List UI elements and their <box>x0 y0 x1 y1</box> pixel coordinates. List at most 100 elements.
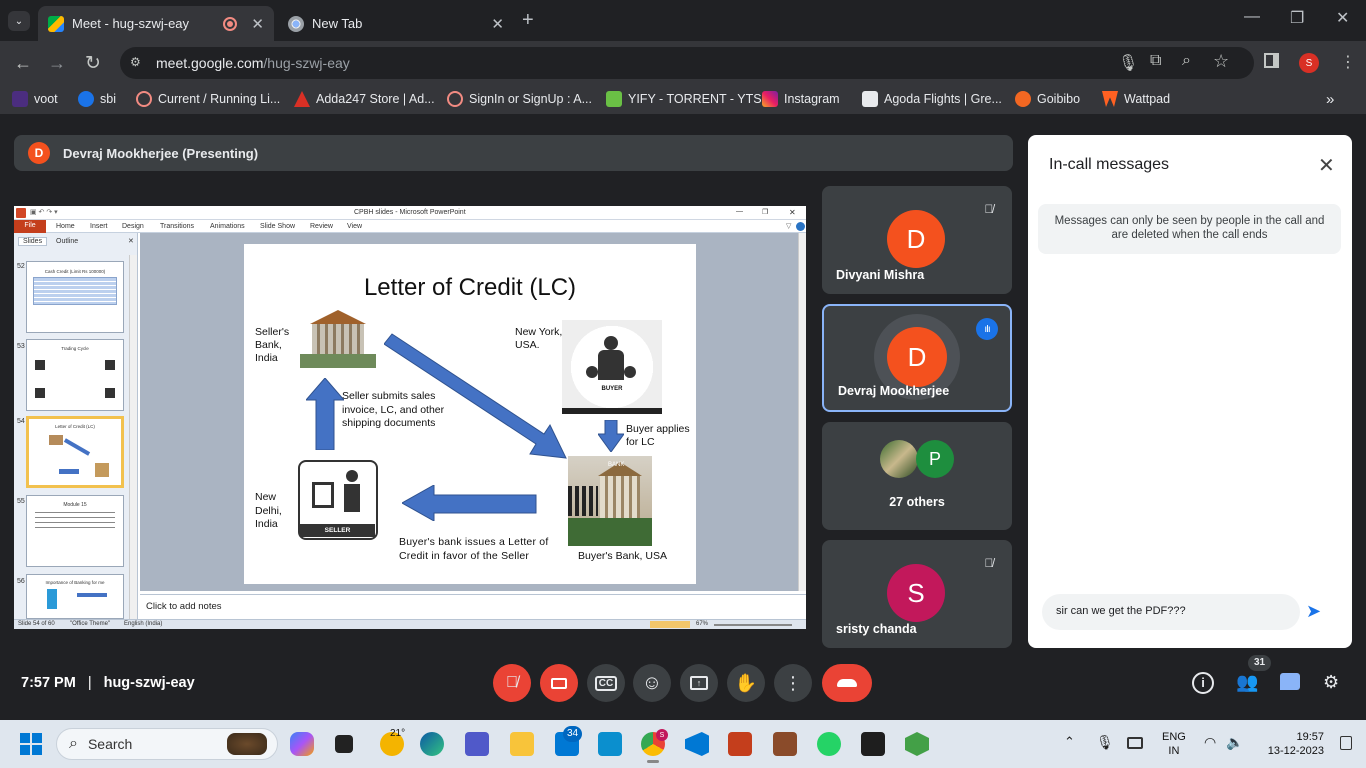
ppt-file-tab[interactable]: File <box>14 220 46 233</box>
address-bar[interactable]: ⚙ meet.google.com/hug-szwj-eay <box>120 47 1254 79</box>
bookmark-yify[interactable]: YIFY - TORRENT - YTS <box>606 91 762 107</box>
close-panel-icon[interactable]: ✕ <box>1318 153 1335 178</box>
whatsapp-icon[interactable] <box>817 732 841 756</box>
ppt-transitions-tab[interactable]: Transitions <box>160 223 194 230</box>
menu-dots-icon[interactable]: ⋮ <box>1340 52 1356 72</box>
ppt-review-tab[interactable]: Review <box>310 223 333 230</box>
people-icon[interactable]: 👥 <box>1236 672 1258 693</box>
taskbar-search[interactable]: ⌕ Search <box>56 728 278 760</box>
tab-meet[interactable]: Meet - hug-szwj-eay ✕ <box>38 6 274 41</box>
tray-mic-icon[interactable]: 🎙 <box>1096 734 1114 751</box>
restore-icon[interactable]: ❐ <box>1290 8 1304 28</box>
site-settings-icon[interactable]: ⚙ <box>130 55 141 69</box>
ppt-animations-tab[interactable]: Animations <box>210 223 245 230</box>
task-view-icon[interactable] <box>335 735 353 753</box>
window-close-icon[interactable]: ✕ <box>1336 8 1349 28</box>
ppt-ribbon-collapse-icon[interactable]: ▽ <box>786 222 791 230</box>
participant-group-tile[interactable]: P 27 others <box>822 422 1012 530</box>
leave-call-button[interactable] <box>822 664 872 702</box>
meeting-details-icon[interactable]: i <box>1192 672 1214 694</box>
bookmark-sbi[interactable]: sbi <box>78 91 116 107</box>
ppt-slideshow-tab[interactable]: Slide Show <box>260 223 295 230</box>
slide-thumbnail[interactable]: Importance of Banking for me <box>26 574 124 619</box>
close-tab-icon[interactable]: ✕ <box>251 15 264 33</box>
copilot-icon[interactable] <box>290 732 314 756</box>
language-indicator[interactable]: ENG IN <box>1162 730 1186 758</box>
microphone-icon[interactable]: 🎙 <box>1118 53 1138 73</box>
wifi-icon[interactable]: ◠ <box>1204 734 1216 751</box>
participant-tile[interactable]: S sristy chanda 🎙̸ <box>822 540 1012 648</box>
bookmark-goibibo[interactable]: Goibibo <box>1015 91 1080 107</box>
close-tab-icon[interactable]: ✕ <box>491 15 504 33</box>
slide-thumbnail[interactable]: Module 15 <box>26 495 124 567</box>
teams-icon[interactable] <box>465 732 489 756</box>
more-bookmarks-icon[interactable]: » <box>1326 91 1334 108</box>
reactions-button[interactable]: ☺ <box>633 664 671 702</box>
bookmark-star-icon[interactable]: ☆ <box>1213 51 1229 72</box>
captions-button[interactable]: CC <box>587 664 625 702</box>
remote-desktop-icon[interactable] <box>598 732 622 756</box>
bookmark-agoda[interactable]: Agoda Flights | Gre... <box>862 91 1002 107</box>
ppt-panel-close-icon[interactable]: ✕ <box>128 237 134 245</box>
ppt-restore-icon[interactable]: ❐ <box>762 208 768 216</box>
raise-hand-button[interactable]: ✋ <box>727 664 765 702</box>
tray-chevron-icon[interactable]: ⌃ <box>1064 734 1075 750</box>
chat-icon[interactable] <box>1280 673 1300 690</box>
reload-icon[interactable]: ↻ <box>85 52 101 75</box>
ppt-close-icon[interactable]: ✕ <box>789 208 796 217</box>
panel-scrollbar[interactable] <box>129 255 137 619</box>
new-tab-plus-icon[interactable]: + <box>522 9 534 32</box>
ppt-outline-tab[interactable]: Outline <box>56 238 78 245</box>
back-arrow-icon[interactable]: ← <box>14 53 32 74</box>
profile-avatar[interactable]: S <box>1299 53 1319 73</box>
tab-new-tab[interactable]: New Tab ✕ <box>278 6 514 41</box>
minimize-icon[interactable]: — <box>1244 8 1260 26</box>
ppt-insert-tab[interactable]: Insert <box>90 223 108 230</box>
zoom-slider[interactable] <box>714 624 792 626</box>
bookmark-signin[interactable]: SignIn or SignUp : A... <box>447 91 592 107</box>
present-button[interactable]: ↑ <box>680 664 718 702</box>
bookmark-voot[interactable]: voot <box>12 91 58 107</box>
tray-display-icon[interactable] <box>1127 737 1143 749</box>
tab-search-button[interactable]: ⌄ <box>8 11 30 31</box>
edge-icon[interactable] <box>420 732 444 756</box>
zoom-icon[interactable]: ⌕ <box>1182 52 1191 70</box>
volume-icon[interactable]: 🔈 <box>1226 734 1243 751</box>
bookmark-wattpad[interactable]: Wattpad <box>1102 91 1170 107</box>
seller-tag: SELLER <box>300 524 375 537</box>
ppt-view-tab[interactable]: View <box>347 223 362 230</box>
ppt-design-tab[interactable]: Design <box>122 223 144 230</box>
slide-thumbnail[interactable]: Cash Credit (Limit Rs 100000) <box>26 261 124 333</box>
start-windows-icon[interactable] <box>20 733 42 755</box>
ppt-home-tab[interactable]: Home <box>56 223 75 230</box>
activities-icon[interactable]: ⚙ <box>1323 672 1339 693</box>
ppt-slides-tab[interactable]: Slides <box>18 237 48 246</box>
file-explorer-icon[interactable] <box>510 732 534 756</box>
ppt-notes-pane[interactable]: Click to add notes <box>140 594 806 619</box>
slide-scrollbar[interactable] <box>798 233 806 591</box>
forward-arrow-icon[interactable]: → <box>48 53 66 74</box>
powerpoint-icon[interactable] <box>728 732 752 756</box>
open-in-new-icon[interactable]: ⧉ <box>1150 52 1161 70</box>
quick-access-icon[interactable]: ▣ ↶ ↷ ▾ <box>30 208 58 216</box>
mic-toggle-button[interactable]: 🎙̸ <box>493 664 531 702</box>
taskbar-clock[interactable]: 19:57 13-12-2023 <box>1262 730 1324 758</box>
bookmark-instagram[interactable]: Instagram <box>762 91 840 107</box>
ppt-help-icon[interactable] <box>796 222 805 231</box>
view-buttons[interactable] <box>650 621 690 628</box>
notifications-icon[interactable] <box>1340 736 1352 750</box>
ppt-minimize-icon[interactable]: — <box>736 208 743 215</box>
participant-tile-active-speaker[interactable]: D Devraj Mookherjee ıIı <box>822 304 1012 412</box>
slide-thumbnail-selected[interactable]: Letter of Credit (LC) <box>26 416 124 488</box>
side-panel-icon[interactable] <box>1264 53 1279 68</box>
bookmark-current-running[interactable]: Current / Running Li... <box>136 91 280 107</box>
participant-tile[interactable]: D Divyani Mishra 🎙̸ <box>822 186 1012 294</box>
app-icon[interactable] <box>773 732 797 756</box>
send-icon[interactable]: ➤ <box>1306 601 1321 622</box>
bookmark-adda247[interactable]: Adda247 Store | Ad... <box>294 91 435 107</box>
message-input[interactable]: sir can we get the PDF??? <box>1042 594 1300 630</box>
terminal-icon[interactable] <box>861 732 885 756</box>
camera-toggle-button[interactable] <box>540 664 578 702</box>
more-options-button[interactable]: ⋮ <box>774 664 812 702</box>
slide-thumbnail[interactable]: Trading Cycle <box>26 339 124 411</box>
